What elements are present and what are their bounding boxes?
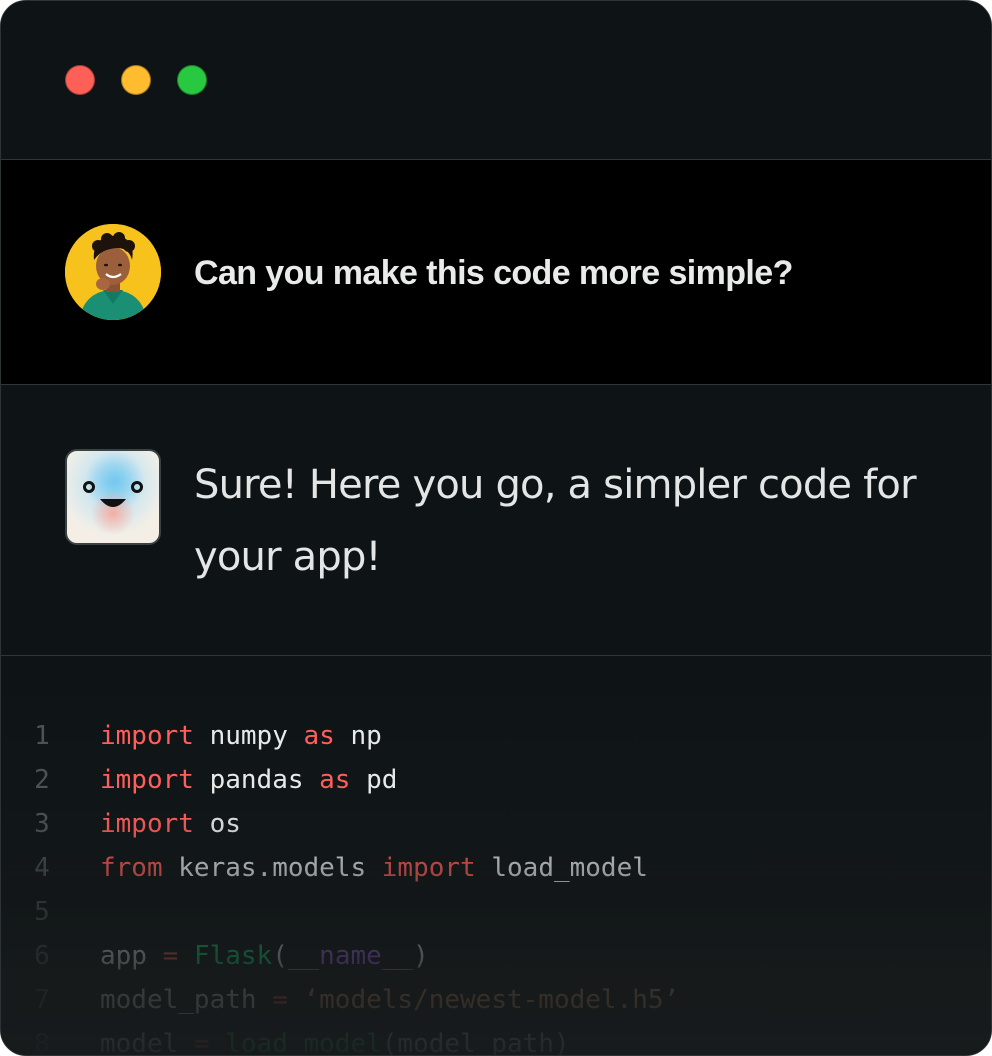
maximize-window-button[interactable] bbox=[177, 65, 207, 95]
code-token: Flask bbox=[193, 941, 273, 971]
line-number: 3 bbox=[34, 809, 50, 839]
user-message-row: Can you make this code more simple? bbox=[1, 160, 991, 385]
code-token: model bbox=[100, 1029, 194, 1056]
code-line: 3 import os bbox=[1, 802, 991, 846]
line-number: 2 bbox=[34, 765, 50, 795]
code-token: app bbox=[100, 941, 163, 971]
code-token: = bbox=[272, 985, 288, 1015]
code-block: 1 import numpy as np 2 import pandas as pd 3… bbox=[1, 656, 991, 1056]
code-token: ( bbox=[272, 941, 288, 971]
code-token: as bbox=[319, 765, 351, 795]
minimize-window-button[interactable] bbox=[121, 65, 151, 95]
code-text: model_path = ‘models/newest-model.h5’ bbox=[100, 978, 679, 1022]
line-number: 1 bbox=[34, 721, 50, 751]
code-text: app = Flask(__name__) bbox=[100, 934, 429, 978]
code-text: model = load_model(model_path) bbox=[100, 1022, 570, 1056]
assistant-message-text: Sure! Here you go, a simpler code for yo… bbox=[194, 462, 917, 580]
code-token: = bbox=[193, 1029, 210, 1056]
code-token: pd bbox=[350, 765, 398, 795]
line-number: 6 bbox=[34, 941, 50, 971]
code-token: pandas bbox=[193, 765, 320, 795]
code-token: os bbox=[193, 809, 241, 839]
code-token: load_model bbox=[225, 1029, 382, 1056]
assistant-avatar bbox=[65, 449, 161, 545]
code-token: import bbox=[100, 809, 194, 839]
smiley-bot-icon bbox=[83, 451, 145, 535]
code-line: 8 model = load_model(model_path) bbox=[1, 1022, 991, 1056]
code-token: ‘models/newest-model.h5’ bbox=[303, 985, 680, 1015]
line-number: 5 bbox=[34, 897, 50, 927]
code-token: = bbox=[162, 941, 179, 971]
code-token: from bbox=[100, 853, 163, 883]
user-avatar-icon bbox=[65, 224, 161, 320]
code-token: np bbox=[334, 721, 382, 751]
code-token: import bbox=[100, 765, 194, 795]
code-line: 4 from keras.models import load_model bbox=[1, 846, 991, 890]
code-token: import bbox=[381, 853, 476, 883]
code-token: as bbox=[303, 721, 335, 751]
code-text: from keras.models import load_model bbox=[100, 846, 648, 890]
code-line: 5 bbox=[1, 890, 991, 934]
code-token: keras.models bbox=[162, 853, 382, 883]
code-token: numpy bbox=[193, 721, 304, 751]
code-token: ) bbox=[413, 941, 429, 971]
code-line: 1 import numpy as np bbox=[1, 714, 991, 758]
code-text: import numpy as np bbox=[100, 714, 382, 758]
line-number: 7 bbox=[34, 985, 50, 1015]
code-token: (model_path) bbox=[381, 1029, 570, 1056]
close-window-button[interactable] bbox=[65, 65, 95, 95]
code-line: 7 model_path = ‘models/newest-model.h5’ bbox=[1, 978, 991, 1022]
chat-window: Can you make this code more simple? Sure… bbox=[0, 0, 992, 1056]
code-token: load_model bbox=[475, 853, 648, 883]
assistant-message-row: Sure! Here you go, a simpler code for yo… bbox=[1, 385, 991, 656]
code-line: 6 app = Flask(__name__) bbox=[1, 934, 991, 978]
line-number: 8 bbox=[34, 1029, 50, 1056]
code-text: import os bbox=[100, 802, 241, 846]
code-token: import bbox=[100, 721, 194, 751]
line-number: 4 bbox=[34, 853, 50, 883]
code-line: 2 import pandas as pd bbox=[1, 758, 991, 802]
code-text: import pandas as pd bbox=[100, 758, 397, 802]
title-bar bbox=[1, 1, 991, 160]
code-token: model_path bbox=[100, 985, 273, 1015]
user-avatar bbox=[65, 224, 161, 320]
user-message-text: Can you make this code more simple? bbox=[194, 254, 793, 292]
code-token: __name__ bbox=[287, 941, 414, 971]
